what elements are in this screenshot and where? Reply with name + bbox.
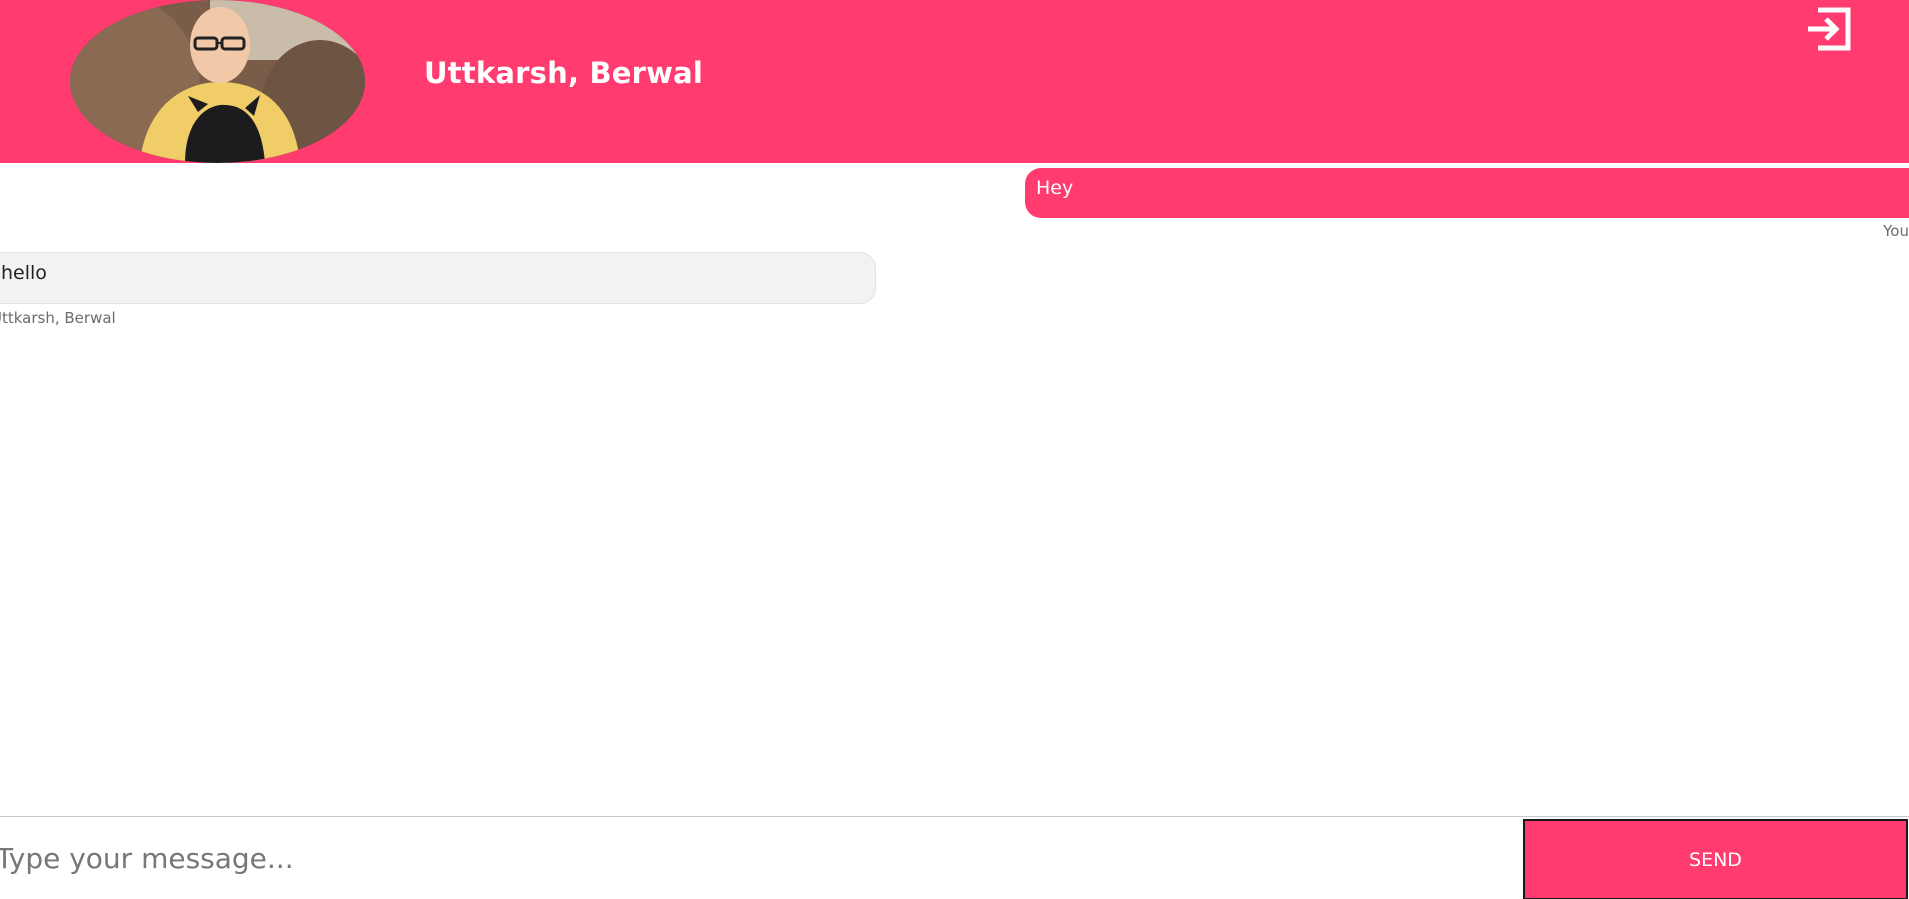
contact-avatar — [70, 0, 365, 163]
contact-name: Uttkarsh, Berwal — [424, 56, 704, 90]
incoming-message-sender: Uttkarsh, Berwal — [0, 309, 116, 327]
incoming-message-bubble: hello — [0, 252, 876, 304]
message-composer: SEND — [0, 816, 1909, 899]
avatar-photo — [70, 0, 365, 163]
outgoing-message-sender: You — [1883, 222, 1909, 240]
send-button[interactable]: SEND — [1523, 819, 1908, 899]
message-list: Hey You hello Uttkarsh, Berwal — [0, 163, 1909, 816]
chat-header: Uttkarsh, Berwal — [0, 0, 1909, 163]
chat-page: Uttkarsh, Berwal Hey You hello Uttkarsh,… — [0, 0, 1909, 899]
outgoing-message-bubble: Hey — [1025, 168, 1909, 218]
message-input[interactable] — [0, 817, 1516, 899]
logout-icon[interactable] — [1804, 4, 1854, 54]
